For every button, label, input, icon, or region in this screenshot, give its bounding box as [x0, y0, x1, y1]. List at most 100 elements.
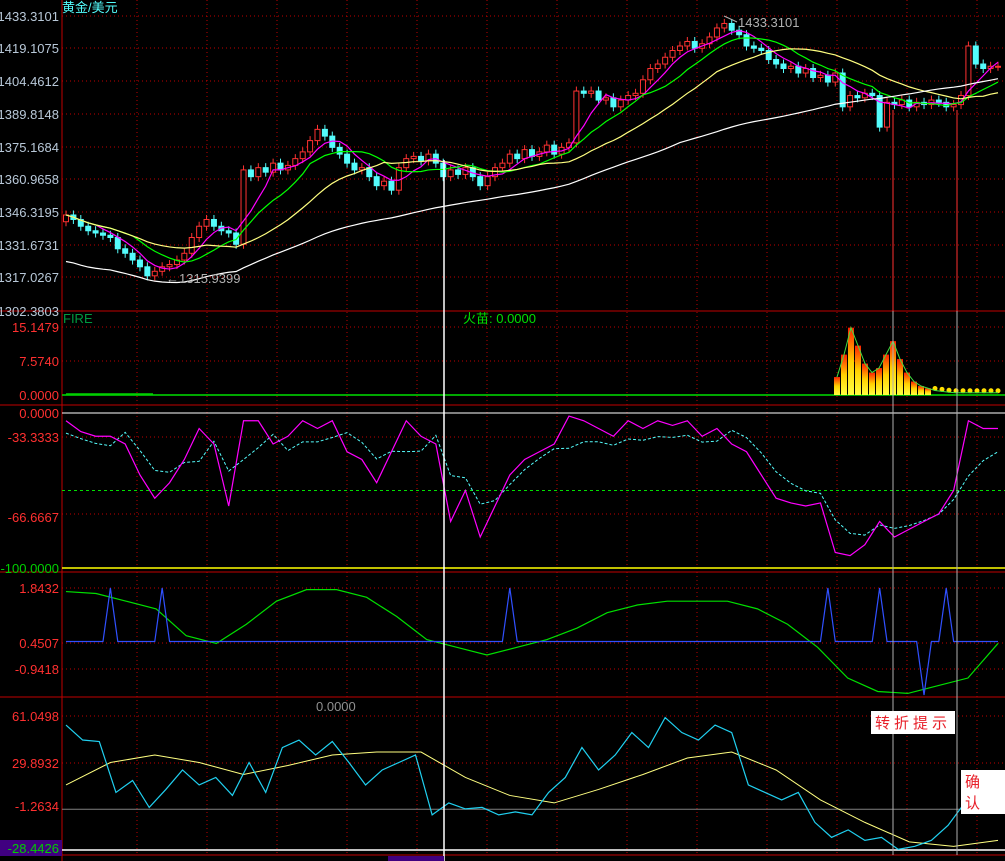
candle-down: [610, 97, 617, 108]
candle-down: [773, 59, 780, 65]
candle-up: [181, 252, 188, 261]
candle-down: [321, 128, 328, 137]
price-axis-label: 1433.3101: [0, 9, 59, 24]
candle-up: [713, 27, 720, 38]
turn-hint-label: 转折提示: [871, 711, 956, 734]
price-axis-label: 1331.6731: [0, 238, 59, 253]
candle-down: [136, 259, 143, 268]
fire-bar: [883, 354, 889, 395]
fire-bar: [862, 363, 868, 395]
price-axis-label: 1346.3195: [0, 205, 59, 220]
fire-bar: [876, 368, 882, 395]
fire-line: [836, 326, 998, 394]
fire-bar: [834, 377, 840, 395]
candle-down: [144, 266, 151, 277]
candle-down: [758, 47, 765, 51]
price-axis-label: 1375.1684: [0, 140, 59, 155]
candle-up: [410, 155, 417, 160]
candle-down: [743, 34, 750, 47]
candle-down: [92, 230, 99, 234]
candle-up: [950, 104, 957, 108]
candle-up: [307, 140, 314, 153]
fire-axis-label: 15.1479: [12, 320, 59, 335]
fire-readout: 火苗: 0.0000: [463, 311, 536, 326]
candle-down: [99, 232, 106, 236]
trend-axis-label: -1.2634: [15, 799, 59, 814]
trend-axis-label: 61.0498: [12, 709, 59, 724]
candle-up: [787, 65, 794, 70]
candle-up: [588, 90, 595, 94]
candle-up: [196, 225, 203, 239]
candle-down: [551, 144, 558, 155]
candle-down: [854, 95, 861, 99]
candle-down: [373, 176, 380, 187]
candle-up: [506, 153, 513, 164]
fire-axis-label: 7.5740: [19, 354, 59, 369]
candle-down: [262, 167, 269, 173]
candle-down: [972, 45, 979, 65]
chart-canvas[interactable]: 1433.3101 1419.1075 1404.4612 1389.8148 1375…: [0, 0, 1005, 861]
candle-down: [780, 63, 787, 70]
wr-signal-line: [65, 429, 999, 536]
candle-up: [381, 180, 388, 187]
candle-down: [935, 99, 942, 103]
candle-down: [418, 155, 425, 162]
candle-down: [595, 90, 602, 101]
trend-axis-label: -28.4426: [8, 841, 59, 856]
high-marker-connector: [723, 15, 738, 23]
candle-up: [255, 167, 262, 178]
candle-down: [225, 230, 232, 234]
candle-down: [122, 248, 129, 254]
candle-down: [247, 169, 254, 178]
fire-bar: [855, 345, 861, 395]
candle-up: [151, 270, 158, 277]
candle-up: [721, 22, 728, 29]
candle-up: [203, 218, 210, 227]
candle-up: [521, 149, 528, 160]
candle-up: [617, 99, 624, 108]
price-axis-label: 1419.1075: [0, 41, 59, 56]
candle-up: [639, 79, 646, 94]
trend-cyan-line: [65, 716, 999, 850]
candle-up: [995, 65, 1001, 68]
candle-up: [847, 95, 854, 108]
trend-yellow-line: [65, 751, 999, 847]
candle-up: [662, 56, 669, 65]
candle-up: [602, 97, 609, 101]
wr-axis-label: 0.0000: [19, 406, 59, 421]
candle-up: [484, 176, 491, 187]
price-axis-label: 1317.0267: [0, 270, 59, 285]
candle-up: [632, 92, 639, 97]
candle-up: [647, 68, 654, 81]
candle-up: [499, 162, 506, 169]
wr-axis-label: -66.6667: [8, 510, 59, 525]
price-axis-label: 1389.8148: [0, 107, 59, 122]
fire-bar: [848, 327, 854, 395]
candle-up: [817, 74, 824, 79]
candle-up: [676, 45, 683, 51]
candle-down: [129, 252, 136, 261]
osc-axis-label: 0.4507: [19, 636, 59, 651]
price-axis-label: 1360.9658: [0, 172, 59, 187]
candle-down: [839, 72, 846, 108]
osc-axis-label: -0.9418: [15, 662, 59, 677]
instrument-title: 黄金/美元: [62, 0, 118, 15]
candle-down: [477, 176, 484, 187]
candle-down: [691, 40, 698, 49]
candle-down: [824, 74, 831, 83]
price-axis-label: 1404.4612: [0, 74, 59, 89]
candle-up: [188, 237, 195, 254]
fire-bar: [897, 359, 903, 395]
candle-up: [884, 101, 891, 128]
fire-axis-label: 0.0000: [19, 388, 59, 403]
candle-up: [684, 40, 691, 47]
candle-up: [654, 63, 661, 70]
candle-down: [344, 153, 351, 164]
candle-down: [980, 63, 987, 70]
fire-indicator-name: FIRE: [63, 311, 93, 326]
trend-readout: 0.0000: [316, 699, 356, 714]
candle-up: [965, 45, 972, 97]
candle-down: [750, 45, 757, 49]
low-price-marker: ←1315.9399: [166, 271, 240, 286]
moving-average-60: [65, 78, 999, 284]
